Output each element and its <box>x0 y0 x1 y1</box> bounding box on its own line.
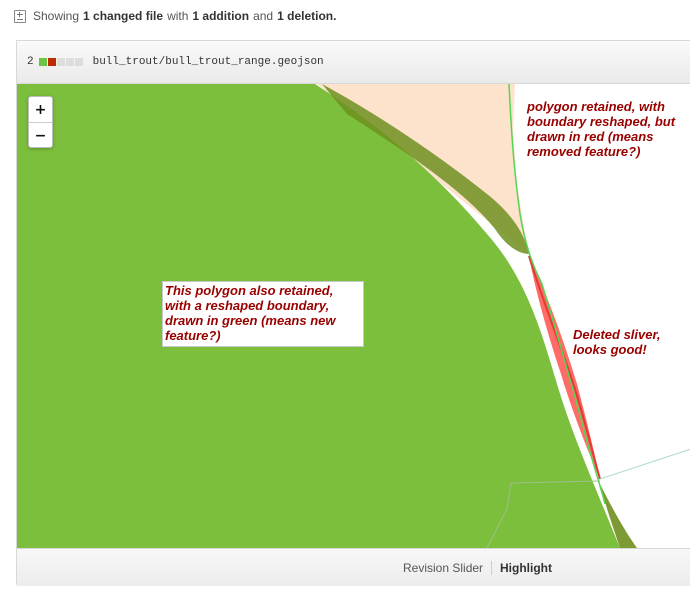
deletions-count: 1 deletion. <box>277 9 337 23</box>
annotation-sliver: Deleted sliver, looks good! <box>573 327 661 357</box>
file-header: 2 bull_trout/bull_trout_range.geojson <box>17 41 690 84</box>
zoom-out-button[interactable]: − <box>29 123 52 148</box>
revision-slider-button[interactable]: Revision Slider <box>403 561 483 575</box>
summary-with: with <box>167 9 189 23</box>
file-diff-icon <box>14 9 26 23</box>
file-name-link[interactable]: bull_trout/bull_trout_range.geojson <box>93 56 324 68</box>
file-diff: 2 bull_trout/bull_trout_range.geojson + … <box>16 40 690 586</box>
annotation-center: This polygon also retained, with a resha… <box>162 281 364 347</box>
diffstat-block-neutral <box>56 58 65 66</box>
geojson-map[interactable]: + − polygon retained, with boundary resh… <box>17 84 690 548</box>
change-count: 2 <box>27 56 34 68</box>
diffstat-block-deleted <box>47 58 56 66</box>
zoom-in-button[interactable]: + <box>29 97 52 123</box>
additions-count: 1 addition <box>192 9 250 23</box>
summary-and: and <box>253 9 274 23</box>
summary-prefix: Showing <box>33 9 80 23</box>
context-line <box>599 448 690 480</box>
footer-divider <box>491 561 492 575</box>
highlight-button[interactable]: Highlight <box>500 561 552 575</box>
diffstat-block-added <box>38 58 47 66</box>
annotation-top-right: polygon retained, with boundary reshaped… <box>527 99 676 159</box>
file-footer: Revision Slider Highlight <box>17 548 690 586</box>
changed-files-count[interactable]: 1 changed file <box>83 9 163 23</box>
diffstat-block-neutral <box>65 58 74 66</box>
diffstat-block-neutral <box>74 58 83 66</box>
zoom-control: + − <box>28 96 53 148</box>
diffstat-bar <box>38 58 84 66</box>
diff-summary: Showing 1 changed file with 1 addition a… <box>14 8 340 24</box>
